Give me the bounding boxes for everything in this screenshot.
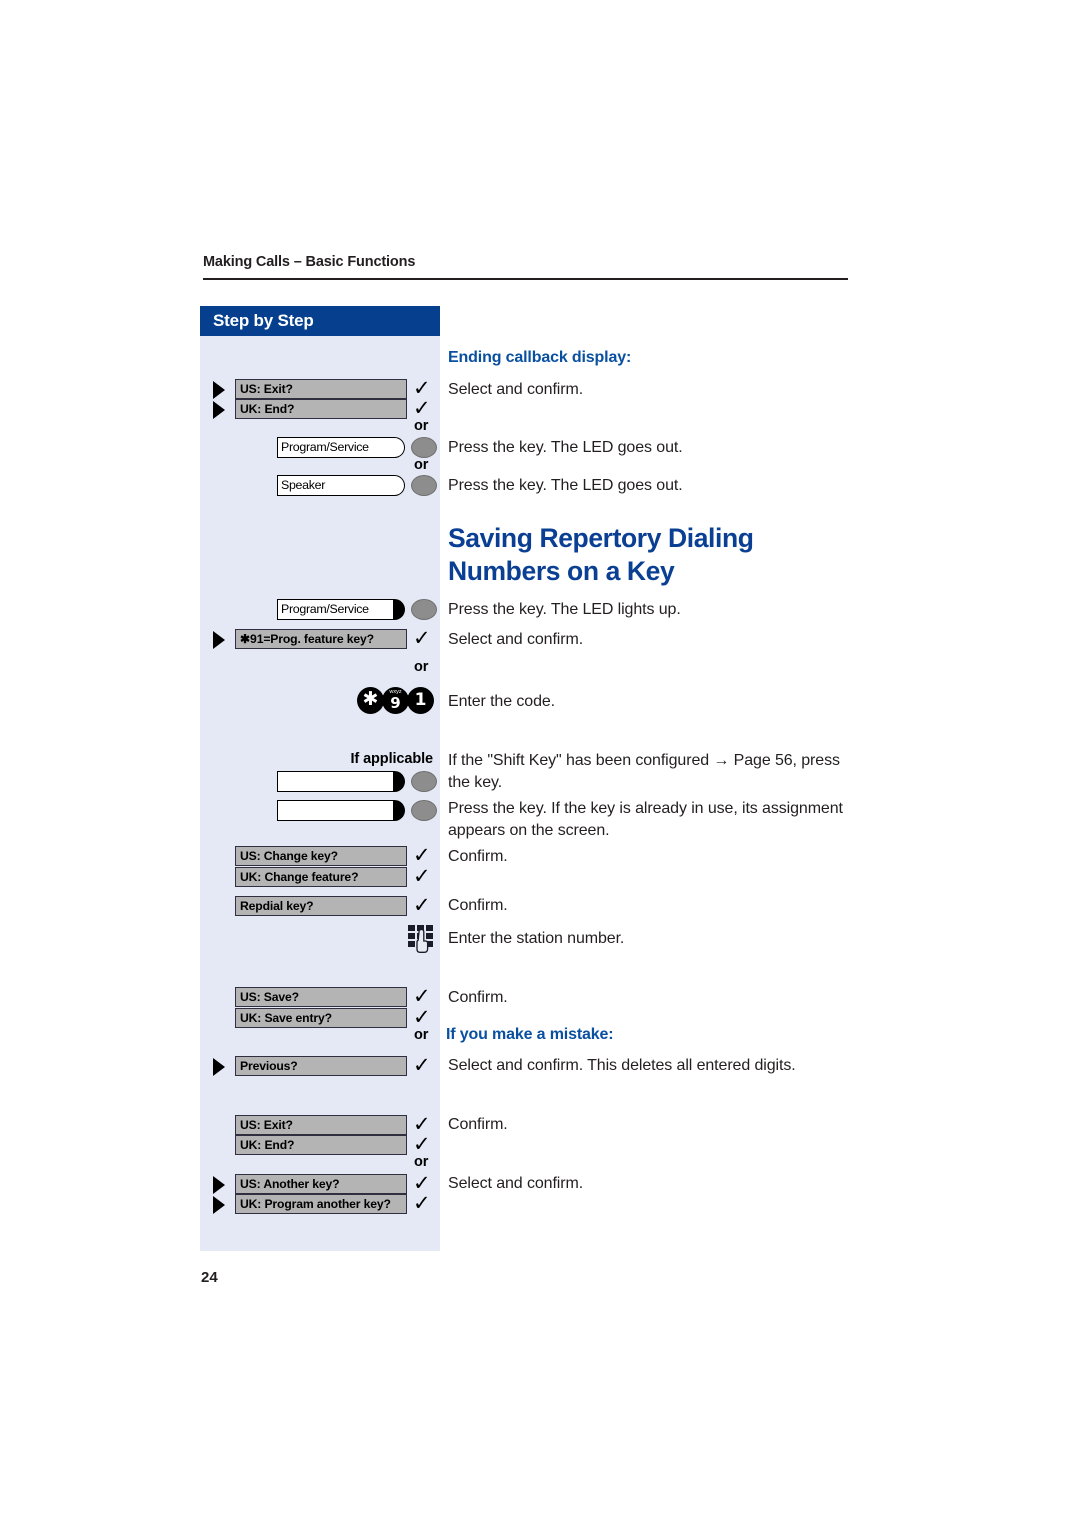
key-body: Program/Service	[277, 599, 395, 620]
softkey-label: US: Change key?	[240, 849, 338, 863]
instruction-select-confirm-3: Select and confirm. This deletes all ent…	[448, 1057, 796, 1074]
keypad-key-glyph: 9	[390, 694, 401, 712]
step-by-step-body	[200, 336, 440, 1251]
instruction-enter-station-number: Enter the station number.	[448, 930, 625, 947]
confirm-check-icon: ✓	[413, 1053, 431, 1077]
heading-if-you-make-a-mistake: If you make a mistake:	[446, 1026, 614, 1043]
instruction-enter-code: Enter the code.	[448, 693, 556, 710]
step-by-step-header: Step by Step	[200, 306, 440, 336]
confirm-check-icon: ✓	[413, 864, 431, 888]
softkey-previous[interactable]: Previous?	[235, 1056, 407, 1076]
confirm-check-icon: ✓	[413, 626, 431, 650]
softkey-uk-end-2[interactable]: UK: End?	[235, 1135, 407, 1155]
key-led-indicator	[411, 800, 437, 821]
instruction-confirm-3: Confirm.	[448, 989, 508, 1006]
if-applicable-label: If applicable	[350, 751, 434, 767]
step-by-step-title: Step by Step	[213, 311, 314, 330]
header-rule	[203, 278, 848, 280]
key-led-indicator	[411, 771, 437, 792]
page-title: Saving Repertory Dialing Numbers on a Ke…	[448, 523, 754, 586]
confirm-check-icon: ✓	[413, 893, 431, 917]
softkey-label: Previous?	[240, 1059, 298, 1073]
keypad-key-glyph: ✱	[362, 688, 379, 710]
softkey-label: UK: End?	[240, 402, 295, 416]
confirm-check-icon: ✓	[413, 984, 431, 1008]
softkey-repdial-key[interactable]: Repdial key?	[235, 896, 407, 916]
key-led-indicator	[411, 437, 437, 458]
softkey-label: ✱91=Prog. feature key?	[240, 632, 374, 646]
select-triangle	[213, 631, 225, 649]
softkey-us-exit[interactable]: US: Exit?	[235, 379, 407, 399]
key-label: Program/Service	[281, 602, 369, 616]
page-number: 24	[201, 1269, 218, 1286]
softkey-label: UK: Change feature?	[240, 870, 359, 884]
softkey-label: US: Exit?	[240, 1118, 293, 1132]
softkey-us-change-key[interactable]: US: Change key?	[235, 846, 407, 866]
instruction-select-confirm-2: Select and confirm.	[448, 631, 584, 648]
softkey-us-exit-2[interactable]: US: Exit?	[235, 1115, 407, 1135]
instruction-shift-key: If the "Shift Key" has been configured →…	[448, 752, 840, 791]
instruction-press-key-4: Press the key. If the key is already in …	[448, 800, 843, 839]
instruction-select-confirm-1: Select and confirm.	[448, 381, 584, 398]
confirm-check-icon: ✓	[413, 396, 431, 420]
softkey-label: UK: Program another key?	[240, 1197, 391, 1211]
keypad-entry-icon	[407, 924, 437, 956]
softkey-label: US: Exit?	[240, 382, 293, 396]
keypad-key-9[interactable]: wxyz 9	[382, 687, 409, 714]
document-page: Making Calls – Basic Functions Step by S…	[0, 0, 1080, 1528]
instruction-press-key-2: Press the key. The LED goes out.	[448, 477, 683, 494]
keypad-key-1[interactable]: 1	[407, 687, 434, 714]
key-led-indicator	[411, 475, 437, 496]
or-label: or	[414, 659, 429, 675]
select-triangle	[213, 1176, 225, 1194]
keypad-code-sequence[interactable]: ✱ wxyz 9 1	[357, 687, 437, 715]
softkey-uk-save-entry[interactable]: UK: Save entry?	[235, 1008, 407, 1028]
or-label: or	[414, 1154, 429, 1170]
key-led-indicator	[411, 599, 437, 620]
instruction-confirm-1: Confirm.	[448, 848, 508, 865]
instruction-confirm-2: Confirm.	[448, 897, 508, 914]
select-triangle	[213, 381, 225, 399]
key-label: Program/Service	[281, 440, 369, 454]
instruction-select-confirm-4: Select and confirm.	[448, 1175, 584, 1192]
or-label: or	[414, 418, 429, 434]
key-body: Program/Service	[277, 437, 395, 458]
or-label: or	[414, 457, 429, 473]
softkey-us-save[interactable]: US: Save?	[235, 987, 407, 1007]
softkey-label: UK: End?	[240, 1138, 295, 1152]
or-label: or	[414, 1027, 429, 1043]
softkey-uk-end[interactable]: UK: End?	[235, 399, 407, 419]
softkey-label: US: Another key?	[240, 1177, 340, 1191]
running-head: Making Calls – Basic Functions	[203, 254, 416, 270]
confirm-check-icon: ✓	[413, 1132, 431, 1156]
softkey-uk-program-another-key[interactable]: UK: Program another key?	[235, 1194, 407, 1214]
confirm-check-icon: ✓	[413, 843, 431, 867]
keypad-icon-svg	[408, 925, 433, 953]
instruction-press-key-3: Press the key. The LED lights up.	[448, 601, 681, 618]
softkey-label: US: Save?	[240, 990, 299, 1004]
instruction-press-key-1: Press the key. The LED goes out.	[448, 439, 683, 456]
key-label: Speaker	[281, 478, 326, 492]
softkey-label: UK: Save entry?	[240, 1011, 332, 1025]
keypad-key-glyph: 1	[414, 690, 427, 710]
softkey-us-another-key[interactable]: US: Another key?	[235, 1174, 407, 1194]
softkey-label: Repdial key?	[240, 899, 314, 913]
instruction-confirm-4: Confirm.	[448, 1116, 508, 1133]
softkey-prog-feature-key[interactable]: ✱91=Prog. feature key?	[235, 629, 407, 649]
softkey-uk-change-feature[interactable]: UK: Change feature?	[235, 867, 407, 887]
key-body	[277, 771, 395, 792]
keypad-key-star[interactable]: ✱	[357, 687, 384, 714]
key-body: Speaker	[277, 475, 395, 496]
key-body	[277, 800, 395, 821]
select-triangle	[213, 401, 225, 419]
select-triangle	[213, 1058, 225, 1076]
select-triangle	[213, 1196, 225, 1214]
heading-ending-callback: Ending callback display:	[448, 349, 632, 366]
confirm-check-icon: ✓	[413, 1191, 431, 1215]
confirm-check-icon: ✓	[413, 1005, 431, 1029]
